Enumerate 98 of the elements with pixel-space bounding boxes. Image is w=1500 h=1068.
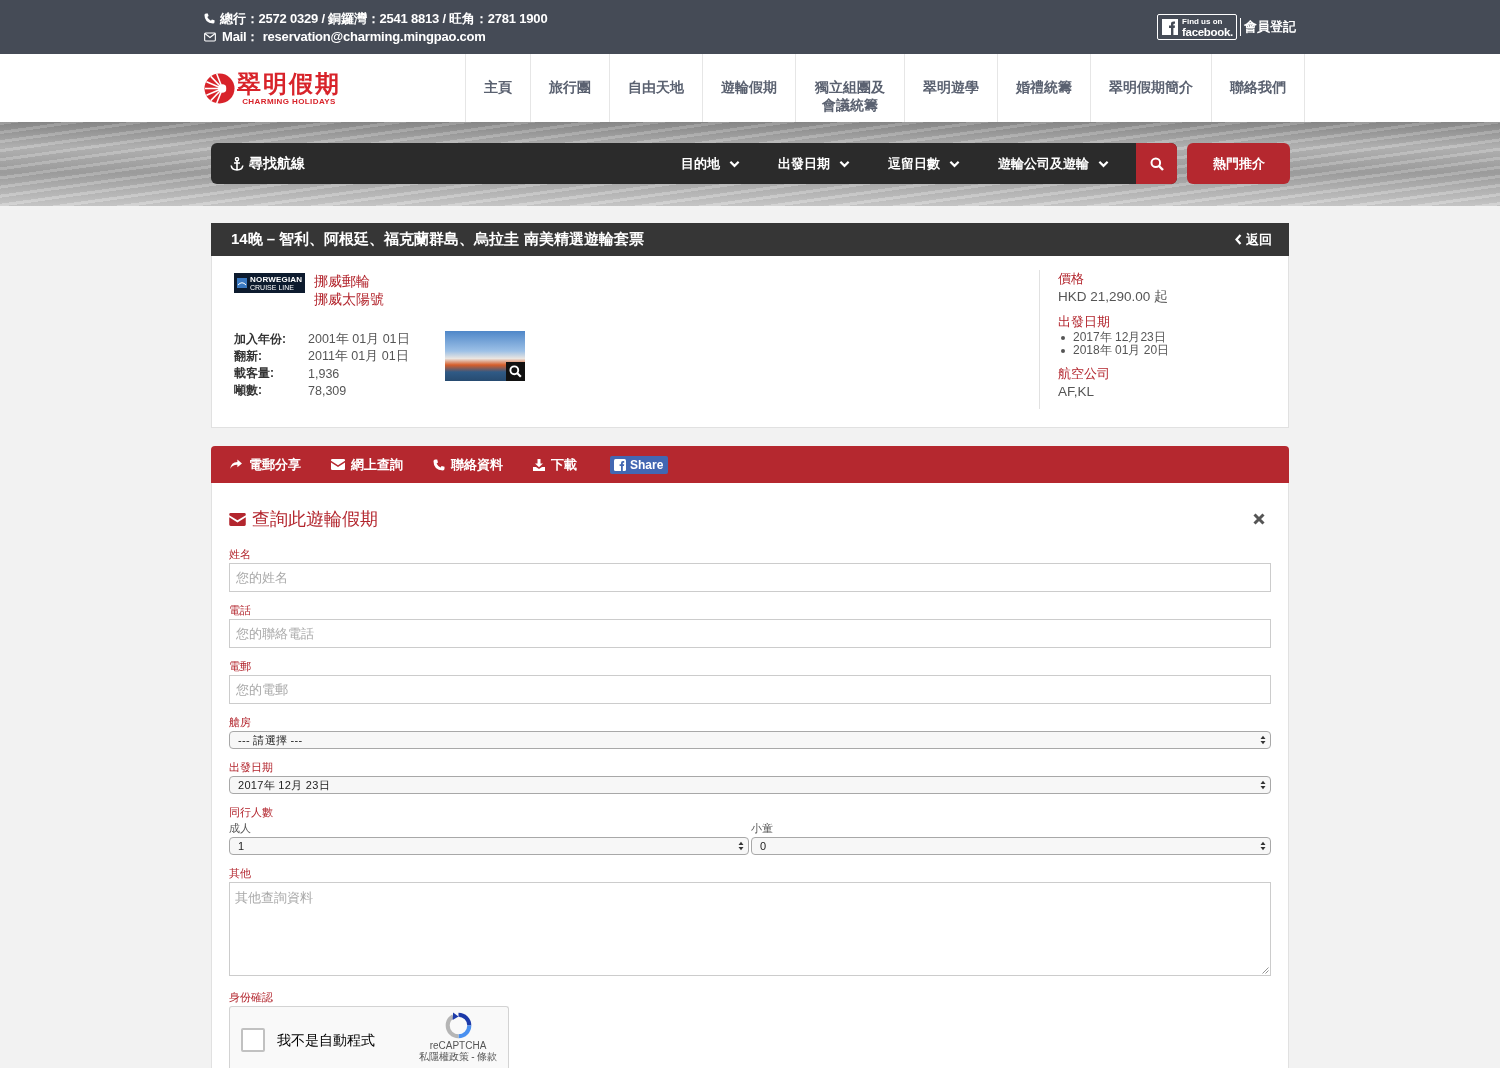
anchor-icon: [230, 156, 244, 171]
chevron-down-icon: [729, 159, 740, 168]
phone-icon: [204, 13, 215, 24]
select-field[interactable]: --- 請選擇 ---: [229, 731, 1271, 749]
nav-link[interactable]: 旅行團: [530, 54, 609, 122]
filter-dropdown[interactable]: 遊輪公司及遊輪: [998, 154, 1109, 173]
text-input[interactable]: 您的姓名: [229, 563, 1271, 592]
departure-label: 出發日期: [1058, 313, 1111, 331]
search-title: 尋找航線: [249, 154, 305, 173]
privacy-terms-link[interactable]: 私隱權政策 - 條款: [418, 1051, 498, 1063]
envelope-icon: [204, 31, 216, 42]
captcha-label: 我不是自動程式: [277, 1033, 375, 1049]
spec-value: 2001年 01月 01日: [308, 331, 411, 348]
nav-link[interactable]: 婚禮統籌: [997, 54, 1090, 122]
nav-link[interactable]: 翠明遊學: [904, 54, 997, 122]
field-label: 其他: [229, 866, 252, 880]
emblem-icon: [237, 278, 247, 288]
field-label: 艙房: [229, 715, 252, 729]
text-input[interactable]: 您的聯絡電話: [229, 619, 1271, 648]
departure-date: 2018年 01月 20日: [1073, 343, 1170, 359]
spec-label: 翻新:: [234, 348, 263, 365]
bullet-icon: [1061, 335, 1065, 340]
filter-dropdown[interactable]: 出發日期: [778, 154, 850, 173]
phone-icon: [433, 458, 445, 471]
package-title: 14晚 – 智利、阿根廷、福克蘭群島、烏拉圭 南美精選遊輪套票: [231, 230, 644, 249]
ship-photo[interactable]: [445, 331, 525, 381]
nav-link[interactable]: 聯絡我們: [1211, 54, 1305, 122]
search-button[interactable]: [1136, 143, 1177, 184]
magnifier-icon[interactable]: [506, 362, 525, 381]
search-icon: [1149, 156, 1164, 171]
field-label: 身份確認: [229, 990, 274, 1004]
nav-link[interactable]: 自由天地: [609, 54, 702, 122]
field-label: 電話: [229, 603, 252, 617]
select-arrows-icon: [1260, 735, 1266, 745]
share-button[interactable]: Share: [610, 455, 669, 474]
chevron-left-icon: [1235, 234, 1242, 245]
departure-date: 2017年 12月23日: [1073, 329, 1166, 344]
spec-label: 載客量:: [234, 365, 275, 382]
action-link[interactable]: 電郵分享: [229, 455, 301, 474]
f-logo-icon: [614, 458, 626, 471]
spec-value: 78,309: [308, 383, 348, 398]
bullet-icon: [1061, 348, 1065, 353]
close-icon[interactable]: [1253, 513, 1265, 525]
logo-wordmark: NORWEGIAN: [250, 274, 303, 284]
logo-link[interactable]: 翠明假期 CHARMING HOLIDAYS: [204, 54, 341, 122]
filter-dropdown[interactable]: 逗留日數: [888, 154, 960, 173]
download-icon: [533, 458, 545, 471]
envelope-icon: [331, 459, 345, 470]
select-field[interactable]: 0: [751, 837, 1271, 855]
airline-label: 航空公司: [1058, 365, 1111, 383]
spec-value: 1,936: [308, 366, 341, 381]
nav-link[interactable]: 獨立組團及會議統籌: [795, 54, 904, 122]
phone-numbers: 總行：2572 0329 / 銅鑼灣：2541 8813 / 旺角：2781 1900: [220, 9, 548, 28]
member-login-link[interactable]: 會員登記: [1244, 18, 1296, 36]
f-logo-icon: [1162, 19, 1178, 35]
select-field[interactable]: 1: [229, 837, 749, 855]
select-arrows-icon: [738, 841, 744, 851]
action-link[interactable]: 下載: [533, 455, 577, 474]
nav-link[interactable]: 翠明假期簡介: [1090, 54, 1211, 122]
nav-link[interactable]: 遊輪假期: [702, 54, 795, 122]
chevron-down-icon: [949, 159, 960, 168]
share-arrow-icon: [229, 459, 243, 470]
select-arrows-icon: [1260, 841, 1266, 851]
chevron-down-icon: [839, 159, 850, 168]
spec-label: 噸數:: [234, 382, 263, 399]
filter-dropdown[interactable]: 目的地: [681, 154, 740, 173]
resize-grip-icon[interactable]: [1262, 967, 1269, 974]
field-label: 電郵: [229, 659, 252, 673]
cruise-line-link[interactable]: 挪威郵輪: [314, 272, 385, 290]
spec-value: 2011年 01月 01日: [308, 348, 410, 365]
airline-value: AF,KL: [1058, 383, 1096, 401]
select-field[interactable]: 2017年 12月 23日: [229, 776, 1271, 794]
captcha-checkbox[interactable]: [241, 1028, 265, 1052]
chevron-down-icon: [1098, 159, 1109, 168]
price-value: HKD 21,290.00 起: [1058, 288, 1170, 306]
find-us-link[interactable]: Find us on facebook.: [1157, 14, 1237, 40]
textarea-field[interactable]: 其他查詢資料: [229, 882, 1271, 976]
action-link[interactable]: 網上查詢: [331, 455, 403, 474]
sunburst-icon: [204, 72, 235, 104]
nav-link[interactable]: 主頁: [465, 54, 530, 122]
envelope-icon: [229, 512, 246, 526]
field-sublabel: 成人: [229, 821, 252, 835]
price-label: 價格: [1058, 270, 1085, 288]
field-sublabel: 小童: [751, 821, 774, 835]
ship-name-link[interactable]: 挪威太陽號: [314, 290, 385, 308]
back-link[interactable]: 返回: [1235, 230, 1272, 249]
email-link[interactable]: Mail： reservation@charming.mingpao.com: [222, 27, 486, 46]
field-label: 同行人數: [229, 805, 274, 819]
action-link[interactable]: 聯絡資料: [433, 455, 503, 474]
text-input[interactable]: 您的電郵: [229, 675, 1271, 704]
field-label: 姓名: [229, 547, 252, 561]
spec-label: 加入年份:: [234, 331, 287, 348]
hot-deals-button[interactable]: 熱門推介: [1187, 143, 1290, 184]
field-label: 出發日期: [229, 760, 274, 774]
form-title: 查詢此遊輪假期: [252, 508, 378, 531]
select-arrows-icon: [1260, 780, 1266, 790]
captcha-brand: reCAPTCHA: [429, 1040, 487, 1051]
circular-arrows-icon: [444, 1012, 472, 1039]
